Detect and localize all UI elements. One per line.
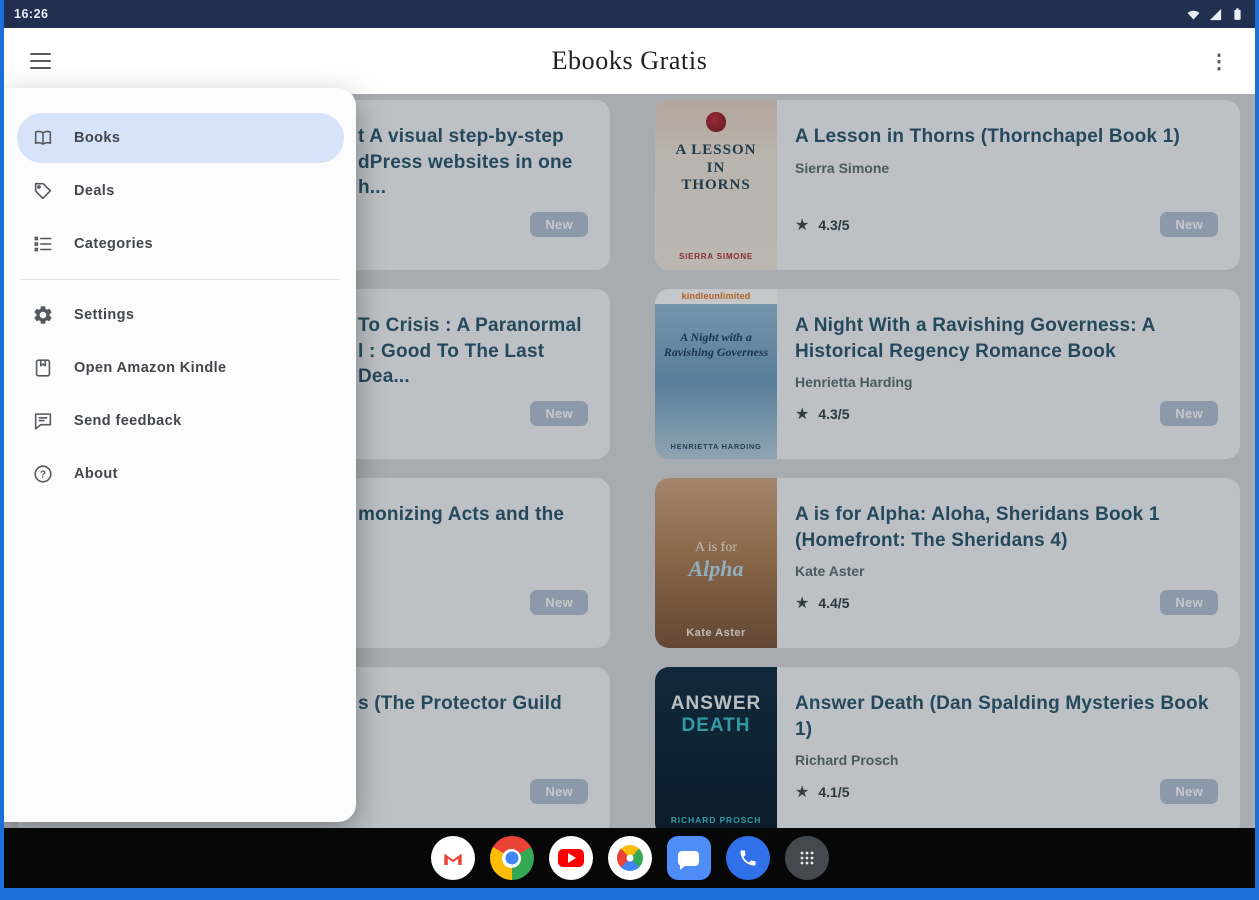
kindle-book-icon — [32, 357, 54, 379]
sidebar-item-label: Books — [74, 130, 120, 146]
frame-edge — [0, 0, 4, 900]
sidebar-item-categories[interactable]: Categories — [17, 219, 344, 269]
frame-edge — [1255, 0, 1259, 900]
navigation-drawer: Books Deals Categories Settings Open Ama… — [4, 88, 356, 822]
sidebar-item-label: Send feedback — [74, 413, 182, 429]
drawer-divider — [20, 279, 340, 280]
overflow-menu-icon[interactable]: ⋮ — [1209, 49, 1229, 74]
status-icons — [1186, 7, 1245, 22]
sidebar-item-label: Deals — [74, 183, 115, 199]
wifi-icon — [1186, 7, 1201, 22]
sidebar-item-books[interactable]: Books — [17, 113, 344, 163]
svg-text:?: ? — [40, 470, 46, 481]
sidebar-item-about[interactable]: ? About — [17, 449, 344, 499]
menu-hamburger-icon[interactable] — [30, 53, 51, 69]
cellular-signal-icon — [1208, 7, 1223, 22]
tag-icon — [32, 180, 54, 202]
phone-icon[interactable] — [726, 836, 770, 880]
sidebar-item-label: Categories — [74, 236, 153, 252]
sidebar-item-send-feedback[interactable]: Send feedback — [17, 396, 344, 446]
sidebar-item-open-amazon-kindle[interactable]: Open Amazon Kindle — [17, 343, 344, 393]
sidebar-item-label: Settings — [74, 307, 134, 323]
sidebar-item-label: Open Amazon Kindle — [74, 360, 226, 376]
sidebar-item-deals[interactable]: Deals — [17, 166, 344, 216]
tablet-screen: 16:26 Ebooks Gratis ⋮ t A visual step-by… — [0, 0, 1259, 900]
help-icon: ? — [32, 463, 54, 485]
app-bar: Ebooks Gratis ⋮ — [4, 28, 1255, 94]
sidebar-item-label: About — [74, 466, 118, 482]
frame-edge — [0, 888, 1259, 900]
status-time: 16:26 — [14, 7, 48, 21]
battery-icon — [1230, 7, 1245, 22]
google-photos-icon[interactable] — [608, 836, 652, 880]
taskbar — [4, 828, 1255, 888]
status-bar: 16:26 — [0, 0, 1259, 28]
gmail-icon[interactable] — [431, 836, 475, 880]
page-title: Ebooks Gratis — [4, 46, 1255, 76]
chrome-icon[interactable] — [490, 836, 534, 880]
app-grid-icon[interactable] — [785, 836, 829, 880]
messages-icon[interactable] — [667, 836, 711, 880]
feedback-icon — [32, 410, 54, 432]
gear-icon — [32, 304, 54, 326]
books-icon — [32, 127, 54, 149]
youtube-icon[interactable] — [549, 836, 593, 880]
sidebar-item-settings[interactable]: Settings — [17, 290, 344, 340]
list-icon — [32, 233, 54, 255]
